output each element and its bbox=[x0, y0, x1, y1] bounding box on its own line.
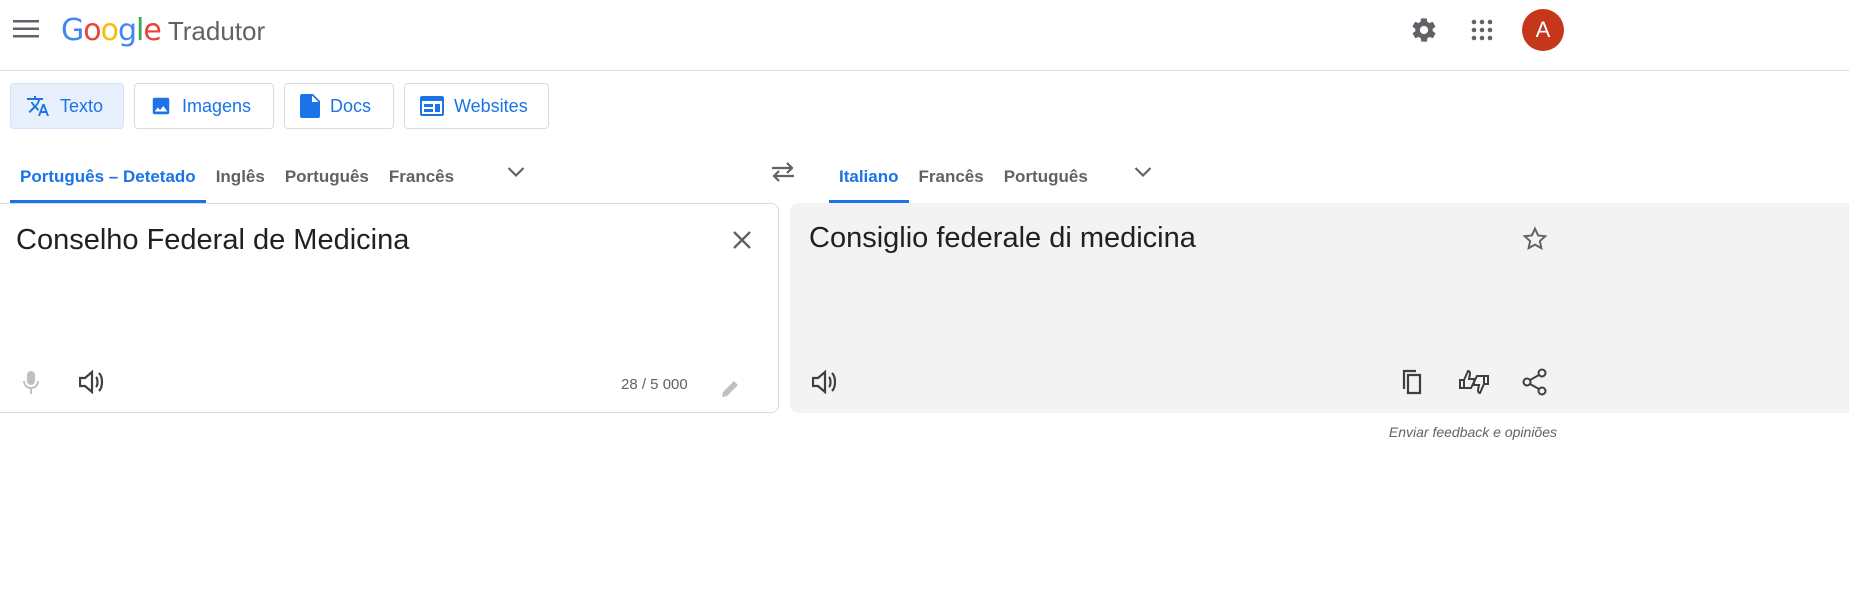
target-lang-portuguese[interactable]: Português bbox=[994, 150, 1098, 203]
tab-docs[interactable]: Docs bbox=[284, 83, 394, 129]
thumbs-up-down-icon bbox=[1459, 369, 1489, 395]
translation-text: Consiglio federale di medicina bbox=[809, 222, 1196, 254]
copy-icon bbox=[1402, 369, 1422, 395]
settings-button[interactable] bbox=[1402, 8, 1446, 52]
speaker-icon bbox=[79, 370, 104, 394]
gear-icon bbox=[1412, 18, 1436, 42]
edit-button[interactable] bbox=[708, 367, 752, 411]
star-outline-icon bbox=[1522, 226, 1548, 251]
source-more-languages-button[interactable] bbox=[496, 150, 536, 194]
tab-websites-label: Websites bbox=[454, 95, 528, 116]
source-lang-detected[interactable]: Português – Detetado bbox=[10, 150, 206, 203]
character-counter: 28 / 5 000 bbox=[621, 376, 688, 393]
target-lang-french[interactable]: Francês bbox=[909, 150, 994, 203]
save-translation-button[interactable] bbox=[1513, 217, 1557, 261]
hamburger-menu-icon bbox=[13, 20, 39, 38]
voice-input-button[interactable] bbox=[9, 361, 53, 405]
clear-source-button[interactable] bbox=[720, 218, 764, 262]
source-text-panel: Conselho Federal de Medicina 28 / 5 000 bbox=[0, 203, 779, 413]
listen-source-button[interactable] bbox=[70, 360, 114, 404]
google-logo: Google bbox=[61, 13, 162, 48]
google-translate-logo[interactable]: Google Tradutor bbox=[61, 13, 265, 49]
tab-text[interactable]: Texto bbox=[10, 83, 124, 129]
translation-output-panel: Consiglio federale di medicina bbox=[790, 203, 1849, 413]
tab-images-label: Imagens bbox=[182, 95, 252, 116]
source-text-input[interactable]: Conselho Federal de Medicina bbox=[16, 224, 409, 257]
website-icon bbox=[420, 96, 444, 116]
listen-translation-button[interactable] bbox=[803, 360, 847, 404]
speaker-icon bbox=[812, 370, 837, 394]
main-menu-button[interactable] bbox=[8, 11, 44, 47]
target-lang-italian[interactable]: Italiano bbox=[829, 150, 909, 203]
target-language-bar: Italiano Francês Português bbox=[829, 150, 1098, 203]
chevron-down-icon bbox=[1134, 167, 1152, 178]
microphone-icon bbox=[23, 371, 39, 394]
tab-websites[interactable]: Websites bbox=[404, 83, 549, 129]
app-name: Tradutor bbox=[167, 16, 266, 46]
source-lang-french[interactable]: Francês bbox=[379, 150, 464, 203]
target-more-languages-button[interactable] bbox=[1123, 150, 1163, 194]
swap-arrows-icon bbox=[772, 162, 794, 182]
copy-translation-button[interactable] bbox=[1391, 360, 1435, 404]
swap-languages-button[interactable] bbox=[763, 152, 803, 192]
rate-translation-button[interactable] bbox=[1452, 360, 1496, 404]
tab-docs-label: Docs bbox=[330, 95, 372, 116]
share-translation-button[interactable] bbox=[1513, 360, 1557, 404]
tab-text-label: Texto bbox=[60, 95, 104, 116]
send-feedback-link[interactable]: Enviar feedback e opiniões bbox=[1389, 424, 1557, 440]
apps-grid-icon bbox=[1471, 19, 1493, 41]
source-lang-portuguese[interactable]: Português bbox=[275, 150, 379, 203]
share-icon bbox=[1522, 368, 1547, 396]
tab-images[interactable]: Imagens bbox=[134, 83, 274, 129]
translate-icon bbox=[27, 96, 49, 116]
pencil-icon bbox=[722, 381, 738, 397]
source-language-bar: Português – Detetado Inglês Português Fr… bbox=[10, 150, 464, 203]
document-icon bbox=[300, 94, 320, 118]
account-avatar[interactable]: A bbox=[1522, 9, 1564, 51]
google-apps-button[interactable] bbox=[1460, 8, 1504, 52]
translation-mode-tabs: Texto Imagens Docs Websites bbox=[10, 83, 549, 129]
chevron-down-icon bbox=[507, 167, 525, 178]
app-header: Google Tradutor A bbox=[0, 0, 1849, 71]
image-icon bbox=[152, 97, 170, 115]
close-icon bbox=[733, 231, 751, 249]
source-lang-english[interactable]: Inglês bbox=[206, 150, 275, 203]
